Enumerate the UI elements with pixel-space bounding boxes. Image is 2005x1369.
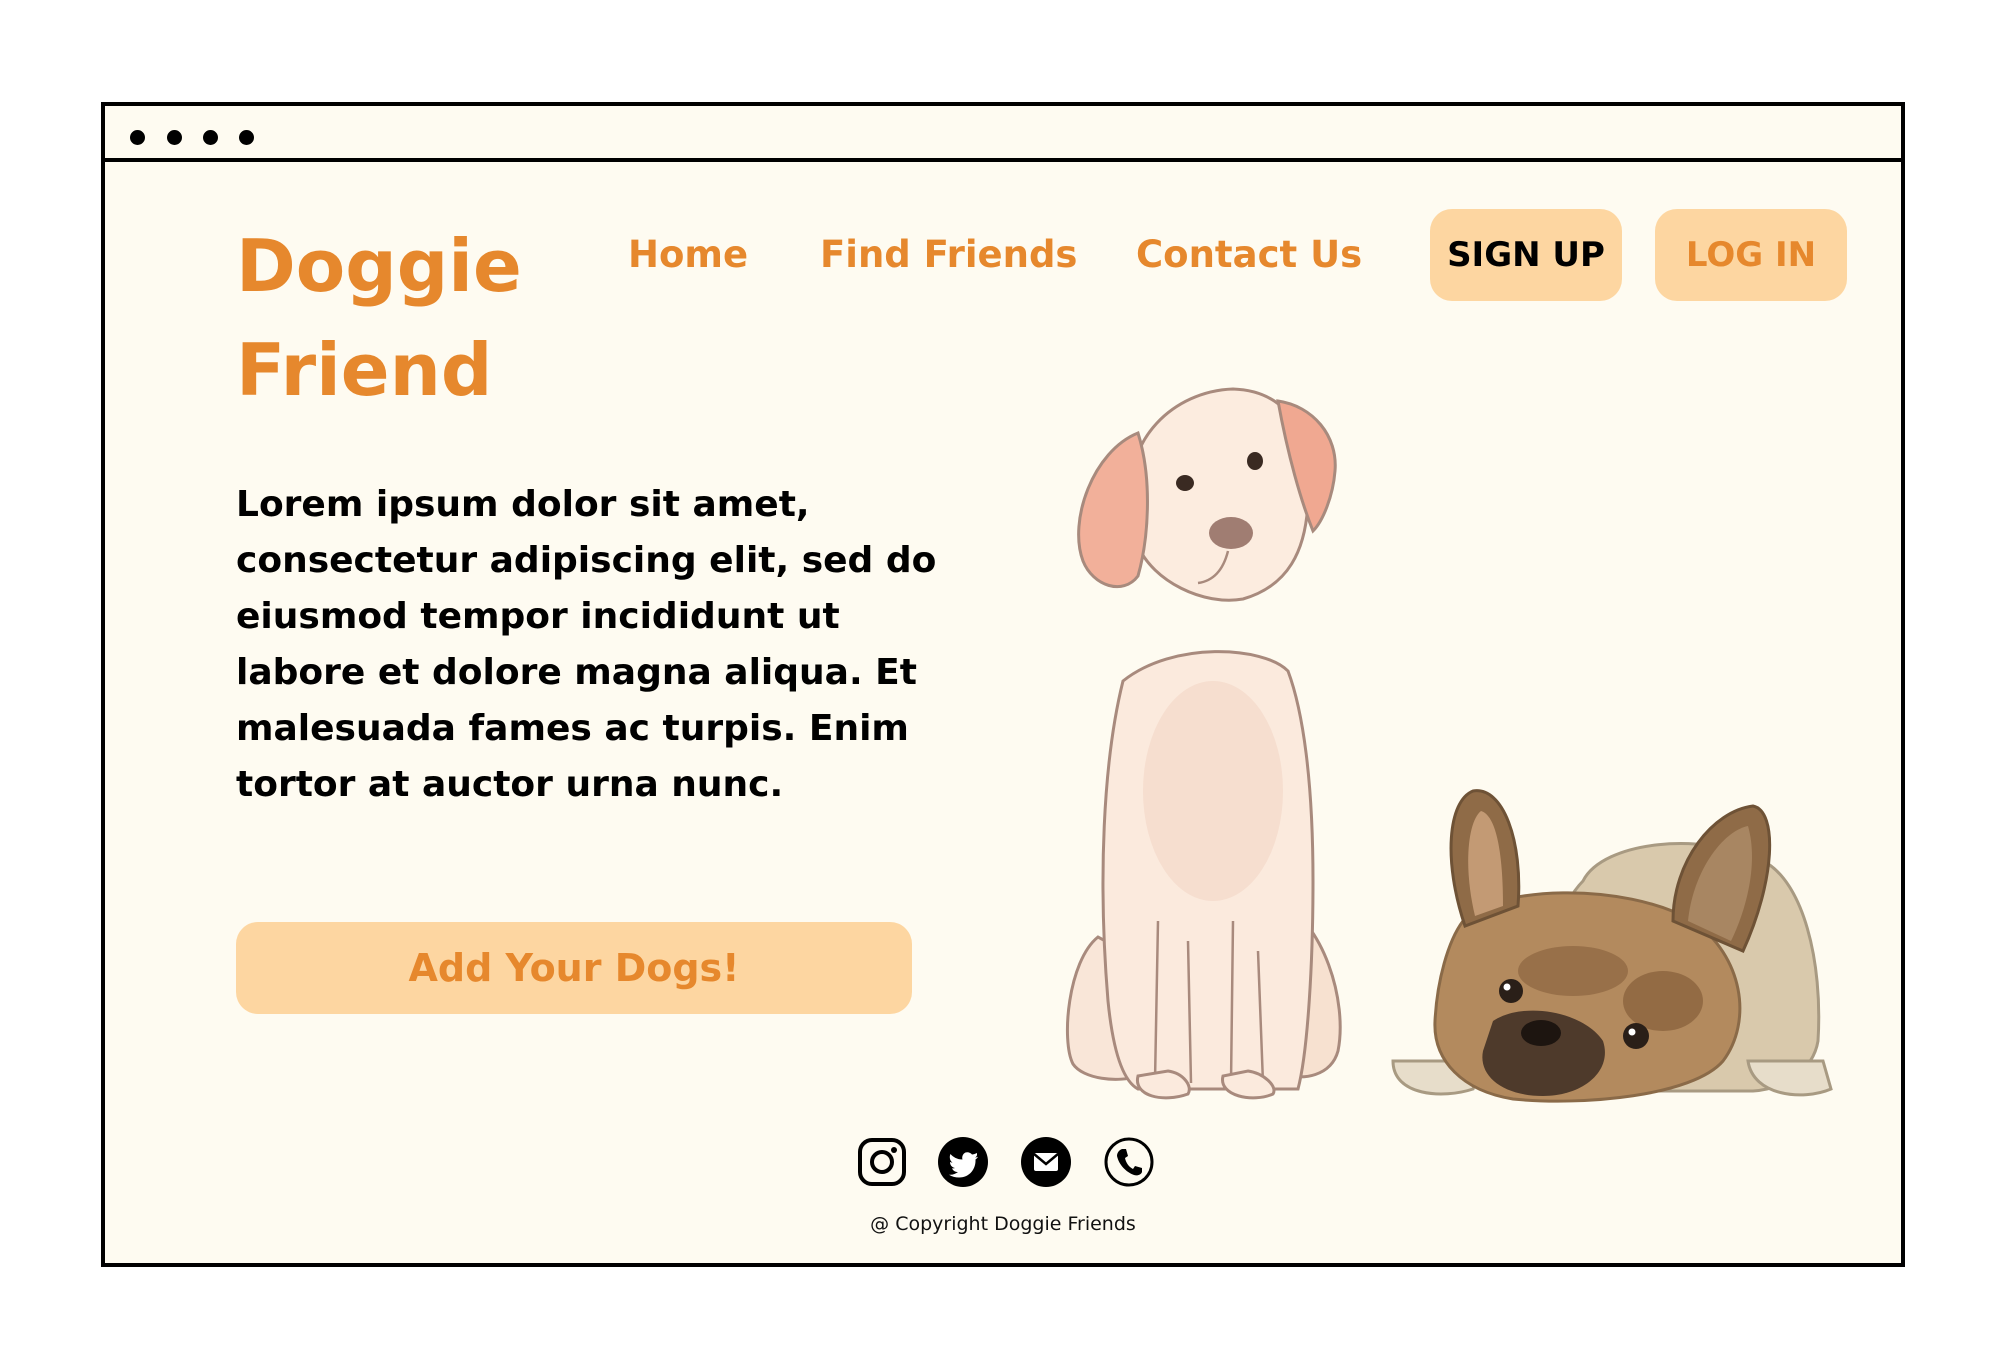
labrador-illustration: [1065, 387, 1342, 1100]
window-titlebar: [105, 106, 1901, 162]
login-button[interactable]: LOG IN: [1655, 209, 1847, 301]
phone-icon[interactable]: [1103, 1136, 1155, 1188]
window-dot-icon: [167, 130, 182, 145]
window-dot-icon: [130, 130, 145, 145]
browser-window: Doggie Friend Home Find Friends Contact …: [101, 102, 1905, 1267]
add-dogs-button[interactable]: Add Your Dogs!: [236, 922, 912, 1014]
dogs-illustration: [1065, 387, 1833, 1103]
mail-icon[interactable]: [1020, 1136, 1072, 1188]
window-dot-icon: [239, 130, 254, 145]
signup-button[interactable]: SIGN UP: [1430, 209, 1622, 301]
window-dot-icon: [203, 130, 218, 145]
hero-description: Lorem ipsum dolor sit amet, consectetur …: [236, 484, 937, 805]
instagram-icon[interactable]: [856, 1136, 908, 1188]
nav-contact-us[interactable]: Contact Us: [1136, 231, 1362, 279]
nav-home[interactable]: Home: [628, 231, 748, 279]
copyright-text: @ Copyright Doggie Friends: [870, 1213, 1136, 1235]
nav-find-friends[interactable]: Find Friends: [820, 231, 1077, 279]
site-logo[interactable]: Doggie Friend: [236, 214, 576, 422]
french-bulldog-illustration: [1391, 789, 1833, 1103]
twitter-icon[interactable]: [937, 1136, 989, 1188]
